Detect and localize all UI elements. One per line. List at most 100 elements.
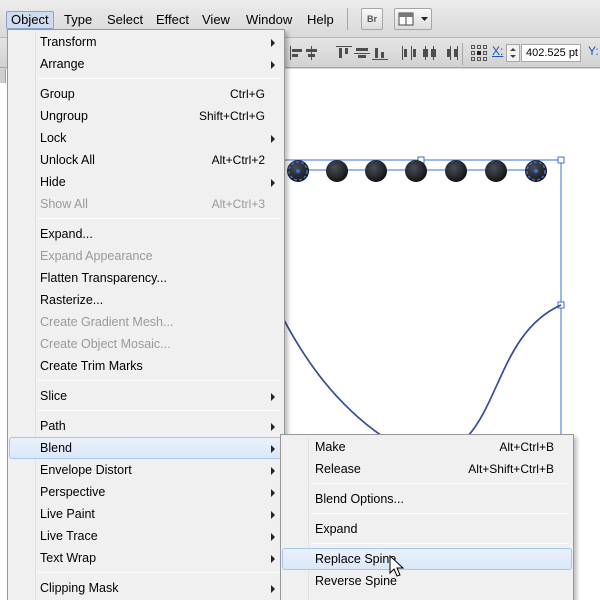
submenu-arrow-icon — [271, 585, 275, 593]
menu-item-release[interactable]: Release Alt+Shift+Ctrl+B — [282, 458, 572, 480]
menu-item-create-object-mosaic[interactable]: Create Object Mosaic... — [9, 333, 283, 355]
blend-endpoint-anchor — [534, 169, 538, 173]
submenu-arrow-icon — [271, 135, 275, 143]
blend-circle — [326, 160, 348, 182]
menu-item-shortcut: Alt+Ctrl+3 — [211, 197, 265, 211]
menu-item-label: Reverse Spine — [315, 574, 397, 588]
submenu-arrow-icon — [271, 423, 275, 431]
menu-item-label: Envelope Distort — [40, 463, 132, 477]
menu-item-rasterize[interactable]: Rasterize... — [9, 289, 283, 311]
menu-item-label: Unlock All — [40, 153, 95, 167]
menu-item-live-paint[interactable]: Live Paint — [9, 503, 283, 525]
menu-item-label: Expand Appearance — [40, 249, 153, 263]
menu-item-expand-blend[interactable]: Expand — [282, 518, 572, 540]
menu-item-clipping-mask[interactable]: Clipping Mask — [9, 577, 283, 599]
menu-item-transform[interactable]: Transform — [9, 31, 283, 53]
menu-item-label: Clipping Mask — [40, 581, 119, 595]
menu-item-envelope-distort[interactable]: Envelope Distort — [9, 459, 283, 481]
menu-item-label: Live Paint — [40, 507, 95, 521]
menu-item-unlock-all[interactable]: Unlock All Alt+Ctrl+2 — [9, 149, 283, 171]
bbox-handle-top-right — [557, 156, 565, 164]
menu-item-make[interactable]: Make Alt+Ctrl+B — [282, 436, 572, 458]
submenu-arrow-icon — [271, 445, 275, 453]
menu-item-label: Group — [40, 87, 75, 101]
mouse-pointer-icon — [389, 555, 405, 577]
menu-item-create-gradient-mesh[interactable]: Create Gradient Mesh... — [9, 311, 283, 333]
submenu-arrow-icon — [271, 61, 275, 69]
menu-separator — [311, 513, 569, 514]
submenu-arrow-icon — [271, 39, 275, 47]
submenu-arrow-icon — [271, 467, 275, 475]
menu-item-shortcut: Alt+Ctrl+B — [499, 440, 554, 454]
blend-circle — [365, 160, 387, 182]
submenu-arrow-icon — [271, 489, 275, 497]
menu-item-live-trace[interactable]: Live Trace — [9, 525, 283, 547]
menu-item-label: Hide — [40, 175, 66, 189]
spine-path — [283, 304, 562, 437]
menu-item-label: Show All — [40, 197, 88, 211]
menu-item-label: Arrange — [40, 57, 85, 71]
menu-item-blend-options[interactable]: Blend Options... — [282, 488, 572, 510]
menu-item-shortcut: Shift+Ctrl+G — [198, 109, 265, 123]
menu-item-text-wrap[interactable]: Text Wrap — [9, 547, 283, 569]
menu-item-shortcut: Alt+Ctrl+2 — [211, 153, 265, 167]
menu-item-label: Live Trace — [40, 529, 98, 543]
menu-item-label: Blend Options... — [315, 492, 404, 506]
menu-item-label: Create Trim Marks — [40, 359, 143, 373]
menu-item-label: Ungroup — [40, 109, 88, 123]
menu-item-path[interactable]: Path — [9, 415, 283, 437]
menu-item-shortcut: Alt+Shift+Ctrl+B — [468, 462, 554, 476]
blended-circles — [287, 160, 547, 182]
menu-separator — [38, 78, 280, 79]
menu-item-group[interactable]: Group Ctrl+G — [9, 83, 283, 105]
menu-item-label: Blend — [40, 441, 72, 455]
menu-item-ungroup[interactable]: Ungroup Shift+Ctrl+G — [9, 105, 283, 127]
menu-item-hide[interactable]: Hide — [9, 171, 283, 193]
menu-item-label: Path — [40, 419, 66, 433]
menu-item-label: Flatten Transparency... — [40, 271, 167, 285]
menu-item-label: Perspective — [40, 485, 106, 499]
submenu-arrow-icon — [271, 511, 275, 519]
menu-item-label: Transform — [40, 35, 97, 49]
menu-separator — [38, 380, 280, 381]
menu-item-label: Make — [315, 440, 346, 454]
menu-item-arrange[interactable]: Arrange — [9, 53, 283, 75]
menu-item-label: Replace Spine — [315, 552, 397, 566]
menu-item-shortcut: Ctrl+G — [229, 87, 265, 101]
menu-item-perspective[interactable]: Perspective — [9, 481, 283, 503]
blend-circle — [445, 160, 467, 182]
blend-endpoint-anchor — [296, 169, 300, 173]
menu-item-label: Create Object Mosaic... — [40, 337, 171, 351]
menu-item-label: Release — [315, 462, 361, 476]
blend-circle — [405, 160, 427, 182]
menu-separator — [311, 543, 569, 544]
menu-separator — [38, 410, 280, 411]
menu-item-slice[interactable]: Slice — [9, 385, 283, 407]
menu-item-replace-spine[interactable]: Replace Spine — [282, 548, 572, 570]
menu-item-show-all[interactable]: Show All Alt+Ctrl+3 — [9, 193, 283, 215]
blend-circle — [485, 160, 507, 182]
object-menu: Transform Arrange Group Ctrl+G Ungroup Shi… — [7, 29, 285, 600]
menu-item-expand-appearance[interactable]: Expand Appearance — [9, 245, 283, 267]
menu-item-reverse-spine[interactable]: Reverse Spine — [282, 570, 572, 592]
selection-bounding-box — [283, 159, 562, 440]
menu-separator — [311, 483, 569, 484]
submenu-arrow-icon — [271, 179, 275, 187]
menu-item-expand[interactable]: Expand... — [9, 223, 283, 245]
menu-item-label: Expand — [315, 522, 358, 536]
menu-item-label: Rasterize... — [40, 293, 104, 307]
submenu-arrow-icon — [271, 555, 275, 563]
submenu-arrow-icon — [271, 533, 275, 541]
menu-separator — [38, 572, 280, 573]
menu-item-blend[interactable]: Blend — [9, 437, 283, 459]
menu-separator — [38, 218, 280, 219]
submenu-arrow-icon — [271, 393, 275, 401]
menu-item-label: Lock — [40, 131, 67, 145]
menu-item-label: Slice — [40, 389, 68, 403]
menu-item-create-trim-marks[interactable]: Create Trim Marks — [9, 355, 283, 377]
menu-item-label: Expand... — [40, 227, 93, 241]
menu-item-lock[interactable]: Lock — [9, 127, 283, 149]
blend-submenu: Make Alt+Ctrl+B Release Alt+Shift+Ctrl+B B… — [280, 434, 574, 600]
menu-item-label: Text Wrap — [40, 551, 97, 565]
menu-item-flatten-transparency[interactable]: Flatten Transparency... — [9, 267, 283, 289]
